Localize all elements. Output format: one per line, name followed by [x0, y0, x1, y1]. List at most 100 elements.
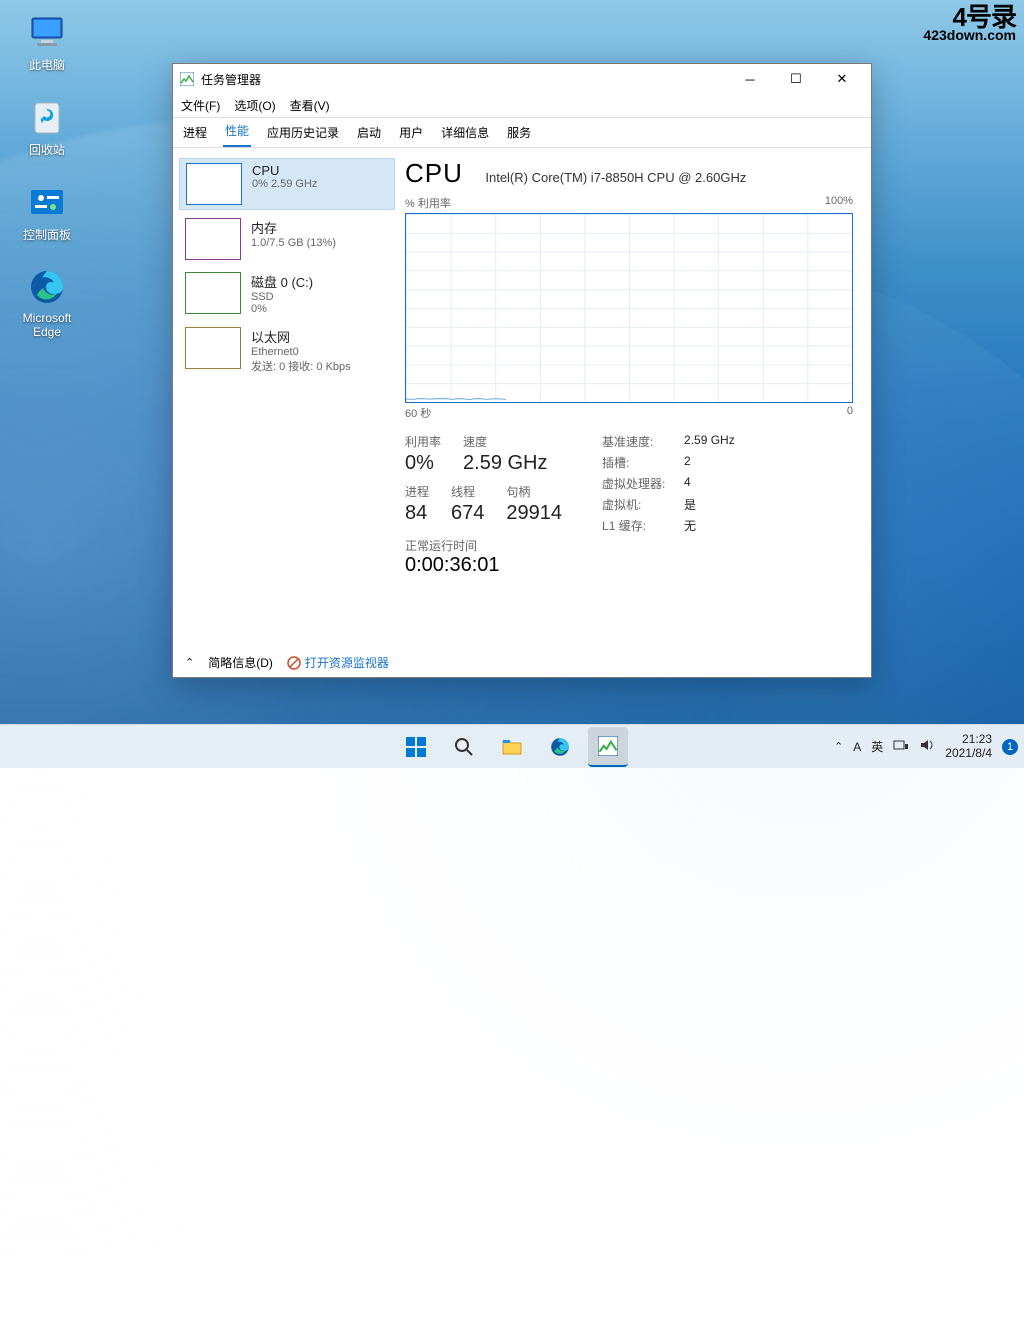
desktop-icon-this-pc[interactable]: 此电脑 [10, 10, 84, 73]
tab-performance[interactable]: 性能 [223, 116, 251, 147]
watermark-big: 4号录 [923, 6, 1016, 29]
watermark: 4号录 423down.com [923, 6, 1016, 42]
sidebar-title: 磁盘 0 (C:) [251, 272, 313, 291]
disk-mini-chart [185, 272, 241, 314]
minimize-button[interactable]: ─ [727, 64, 773, 94]
explorer-button[interactable] [492, 727, 532, 767]
metric-value: 是 [684, 496, 696, 513]
volume-icon[interactable] [919, 737, 935, 756]
search-button[interactable] [444, 727, 484, 767]
sidebar-sub: Ethernet0 [251, 346, 351, 358]
sidebar-info: 内存 1.0/7.5 GB (13%) [251, 218, 336, 260]
pc-icon [25, 10, 69, 54]
chevron-up-icon[interactable]: ⌃ [185, 656, 194, 669]
system-tray: ⌃ A 英 21:23 2021/8/4 1 [834, 733, 1018, 761]
edge-taskbar-button[interactable] [540, 727, 580, 767]
window-footer: ⌃ 简略信息(D) 打开资源监视器 [173, 647, 871, 677]
sidebar-item-cpu[interactable]: CPU 0% 2.59 GHz [179, 158, 395, 210]
metrics-right: 基准速度:2.59 GHz 插槽:2 虚拟处理器:4 虚拟机:是 L1 缓存:无 [602, 433, 735, 577]
main-header: CPU Intel(R) Core(TM) i7-8850H CPU @ 2.6… [405, 158, 853, 189]
metrics: 利用率 0% 速度 2.59 GHz 进程 84 [405, 433, 853, 577]
metric-value: 2 [684, 454, 691, 471]
menu-options[interactable]: 选项(O) [234, 97, 275, 114]
resmon-icon [287, 656, 301, 670]
cpu-chart[interactable] [405, 213, 853, 403]
search-icon [454, 737, 474, 757]
sidebar-item-ethernet[interactable]: 以太网 Ethernet0 发送: 0 接收: 0 Kbps [179, 323, 395, 378]
taskmgr-taskbar-button[interactable] [588, 727, 628, 767]
metric-vm: 虚拟机:是 [602, 496, 735, 513]
window-body: CPU 0% 2.59 GHz 内存 1.0/7.5 GB (13%) 磁盘 0… [173, 148, 871, 647]
metric-value: 0% [405, 452, 441, 475]
tab-services[interactable]: 服务 [505, 118, 533, 147]
tab-users[interactable]: 用户 [397, 118, 425, 147]
folder-icon [501, 736, 523, 758]
start-button[interactable] [396, 727, 436, 767]
metric-utilization: 利用率 0% [405, 433, 441, 483]
tab-startup[interactable]: 启动 [355, 118, 383, 147]
metric-sockets: 插槽:2 [602, 454, 735, 471]
edge-icon [549, 736, 571, 758]
desktop-icon-edge[interactable]: Microsoft Edge [10, 265, 84, 339]
cpu-heading: CPU [405, 158, 463, 189]
metric-handles: 句柄 29914 [506, 483, 562, 533]
menu-view[interactable]: 查看(V) [290, 97, 330, 114]
close-button[interactable]: ✕ [819, 64, 865, 94]
metric-value: 84 [405, 502, 429, 525]
metric-value: 0:00:36:01 [405, 554, 562, 577]
y-max: 100% [825, 195, 853, 211]
desktop-icon-label: 此电脑 [29, 56, 65, 73]
desktop-icon-control-panel[interactable]: 控制面板 [10, 180, 84, 243]
ime-indicator-a[interactable]: A [853, 740, 861, 754]
metric-value: 674 [451, 502, 484, 525]
sidebar-sub: 1.0/7.5 GB (13%) [251, 237, 336, 249]
chart-grid [406, 214, 852, 402]
sidebar-sub: SSD [251, 291, 313, 303]
sidebar-info: 以太网 Ethernet0 发送: 0 接收: 0 Kbps [251, 327, 351, 374]
tray-overflow-button[interactable]: ⌃ [834, 740, 843, 753]
metrics-left: 利用率 0% 速度 2.59 GHz 进程 84 [405, 433, 562, 577]
desktop: 此电脑 回收站 控制面板 Microsoft Edge 4号录 423down.… [0, 0, 1024, 768]
menubar: 文件(F) 选项(O) 查看(V) [173, 94, 871, 118]
sidebar-sub: 0% 2.59 GHz [252, 178, 317, 190]
desktop-icon-recycle-bin[interactable]: 回收站 [10, 95, 84, 158]
taskmgr-icon [179, 71, 195, 87]
metric-processes: 进程 84 [405, 483, 429, 533]
open-resmon-link[interactable]: 打开资源监视器 [287, 654, 389, 671]
network-icon[interactable] [893, 737, 909, 756]
clock[interactable]: 21:23 2021/8/4 [945, 733, 992, 761]
edge-icon [25, 265, 69, 309]
chart-top-labels: % 利用率 100% [405, 195, 853, 211]
fewer-details-link[interactable]: 简略信息(D) [208, 654, 273, 671]
metric-value: 29914 [506, 502, 562, 525]
maximize-button[interactable]: ☐ [773, 64, 819, 94]
sidebar-title: 以太网 [251, 327, 351, 346]
titlebar[interactable]: 任务管理器 ─ ☐ ✕ [173, 64, 871, 94]
metric-base-speed: 基准速度:2.59 GHz [602, 433, 735, 450]
perf-main: CPU Intel(R) Core(TM) i7-8850H CPU @ 2.6… [401, 148, 871, 647]
metric-key: 利用率 [405, 433, 441, 450]
task-manager-window: 任务管理器 ─ ☐ ✕ 文件(F) 选项(O) 查看(V) 进程 性能 应用历史… [172, 63, 872, 678]
tab-app-history[interactable]: 应用历史记录 [265, 118, 341, 147]
cpu-model: Intel(R) Core(TM) i7-8850H CPU @ 2.60GHz [485, 170, 746, 185]
metric-value: 2.59 GHz [684, 433, 735, 450]
metric-speed: 速度 2.59 GHz [463, 433, 547, 483]
tab-processes[interactable]: 进程 [181, 118, 209, 147]
link-label: 打开资源监视器 [305, 654, 389, 671]
metric-key: L1 缓存: [602, 517, 672, 534]
tab-details[interactable]: 详细信息 [439, 118, 491, 147]
metric-value: 2.59 GHz [463, 452, 547, 475]
y-label: % 利用率 [405, 195, 451, 211]
perf-sidebar: CPU 0% 2.59 GHz 内存 1.0/7.5 GB (13%) 磁盘 0… [173, 148, 401, 647]
ime-indicator-lang[interactable]: 英 [871, 738, 883, 755]
recycle-icon [25, 95, 69, 139]
metric-l1: L1 缓存:无 [602, 517, 735, 534]
menu-file[interactable]: 文件(F) [181, 97, 220, 114]
metric-key: 句柄 [506, 483, 562, 500]
sidebar-item-memory[interactable]: 内存 1.0/7.5 GB (13%) [179, 214, 395, 264]
sidebar-title: CPU [252, 163, 317, 178]
sidebar-item-disk[interactable]: 磁盘 0 (C:) SSD 0% [179, 268, 395, 319]
net-mini-chart [185, 327, 241, 369]
desktop-icon-label: 控制面板 [23, 226, 71, 243]
notification-badge[interactable]: 1 [1002, 739, 1018, 755]
